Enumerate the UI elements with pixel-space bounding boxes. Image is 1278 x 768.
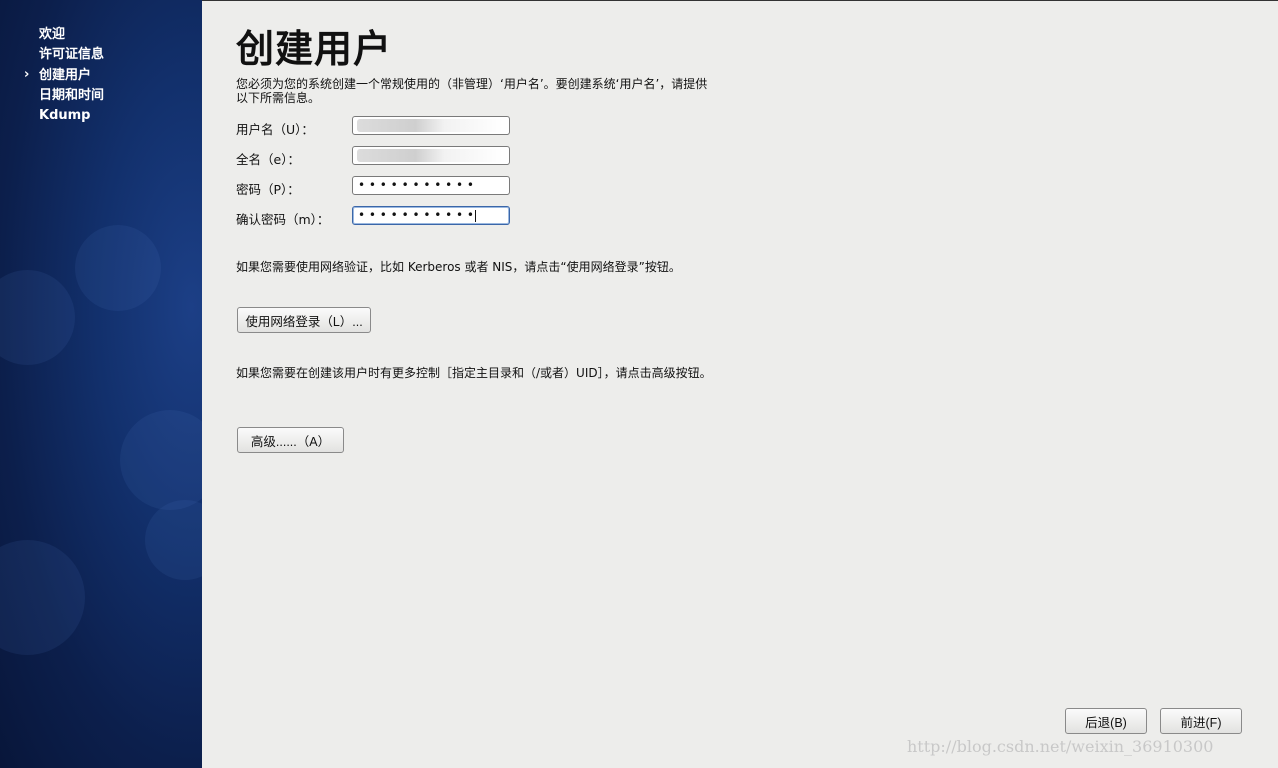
forward-button[interactable]: 前进(F) <box>1160 708 1242 734</box>
network-login-button[interactable]: 使用网络登录（L）... <box>237 307 371 333</box>
advanced-text: 如果您需要在创建该用户时有更多控制［指定主目录和（/或者）UID］，请点击高级按… <box>236 366 712 380</box>
decor-bubble <box>0 270 75 365</box>
confirm-password-input[interactable]: • • • • • • • • • • • <box>352 206 510 225</box>
decor-bubble <box>0 540 85 655</box>
sidebar-item-license: 许可证信息 <box>39 47 105 63</box>
intro-text: 您必须为您的系统创建一个常规使用的（非管理）‘用户名’。要创建系统‘用户名’，请… <box>236 77 708 105</box>
network-auth-text: 如果您需要使用网络验证，比如 Kerberos 或者 NIS，请点击“使用网络登… <box>236 260 681 274</box>
confirm-password-label: 确认密码（m）： <box>236 212 330 227</box>
blurred-value <box>357 119 503 132</box>
text-cursor <box>475 209 477 222</box>
advanced-button[interactable]: 高级......（A） <box>237 427 344 453</box>
username-label: 用户名（U）： <box>236 122 314 137</box>
password-label: 密码（P）： <box>236 182 300 197</box>
main-panel: 创建用户 您必须为您的系统创建一个常规使用的（非管理）‘用户名’。要创建系统‘用… <box>202 0 1278 768</box>
username-input[interactable] <box>352 116 510 135</box>
password-input[interactable]: • • • • • • • • • • • <box>352 176 510 195</box>
sidebar-item-welcome: 欢迎 <box>39 27 66 42</box>
decor-bubble <box>145 500 202 580</box>
sidebar-item-create-user: 创建用户 <box>24 66 104 87</box>
sidebar-step-list: 欢迎 许可证信息 创建用户 日期和时间 Kdump <box>24 26 105 127</box>
sidebar: 欢迎 许可证信息 创建用户 日期和时间 Kdump <box>0 0 202 768</box>
fullname-input[interactable] <box>352 146 510 165</box>
watermark: http://blog.csdn.net/weixin_36910300 <box>907 737 1214 756</box>
password-mask: • • • • • • • • • • • <box>358 178 475 192</box>
back-button[interactable]: 后退(B) <box>1065 708 1147 734</box>
decor-bubble <box>120 410 202 510</box>
page-title: 创建用户 <box>236 27 393 71</box>
fullname-label: 全名（e）： <box>236 152 300 167</box>
sidebar-item-date-time: 日期和时间 <box>39 87 105 103</box>
sidebar-item-kdump: Kdump <box>39 108 91 124</box>
confirm-password-mask: • • • • • • • • • • • <box>358 208 475 222</box>
decor-bubble <box>75 225 161 311</box>
blurred-value <box>357 149 503 162</box>
